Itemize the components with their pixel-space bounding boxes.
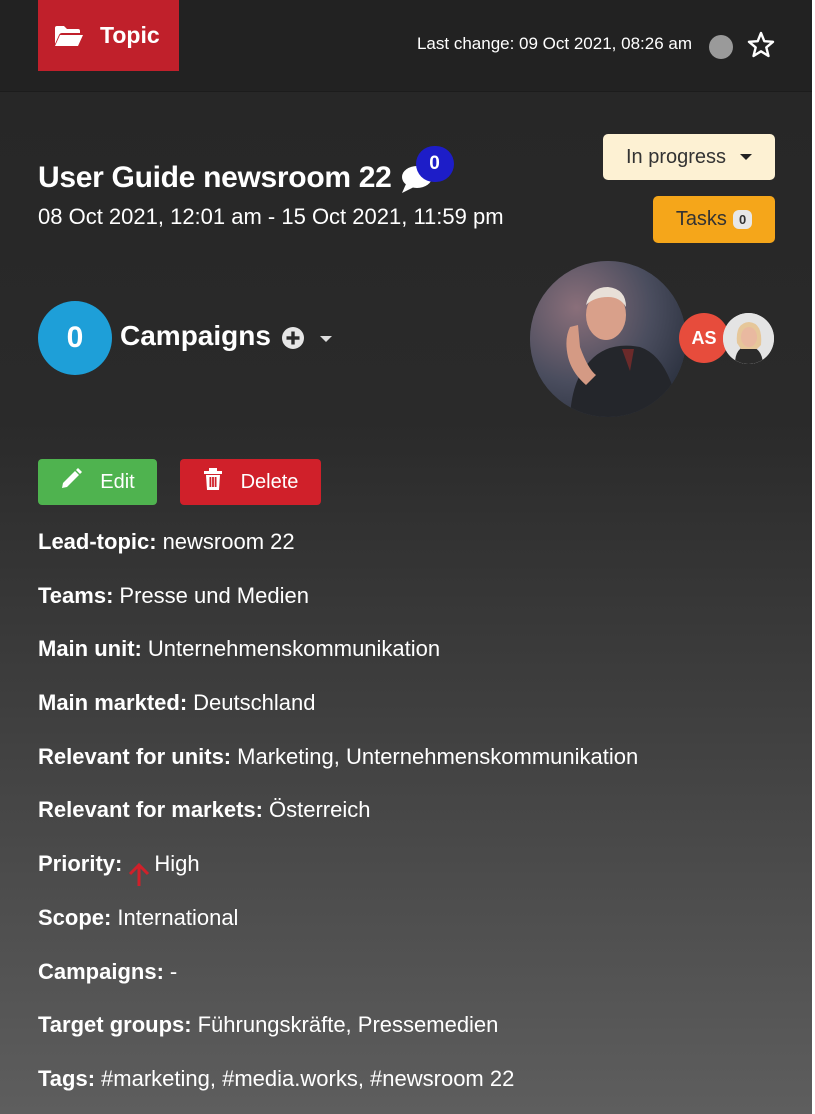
tasks-count-badge: 0 [732, 210, 753, 229]
detail-label: Lead-topic: [38, 529, 157, 554]
detail-label: Relevant for units: [38, 743, 232, 769]
detail-label: Relevant for markets: [38, 797, 263, 823]
detail-lead-topic: Lead-topic: newsroom 22 [38, 525, 798, 579]
topic-date-range: 08 Oct 2021, 12:01 am - 15 Oct 2021, 11:… [38, 204, 504, 229]
delete-button[interactable]: Delete [180, 459, 321, 505]
detail-relevant-units: Relevant for units: Marketing, Unternehm… [38, 740, 798, 794]
campaign-count-circle: 0 [38, 301, 112, 375]
detail-label: Campaigns: [38, 958, 164, 984]
topic-header-bar: Topic Last change: 09 Oct 2021, 08:26 am [0, 0, 812, 92]
status-dot-icon [709, 35, 733, 59]
detail-campaigns: Campaigns: - [38, 955, 798, 1009]
detail-main-market: Main markted: Deutschland [38, 686, 798, 740]
detail-label: Teams: [38, 582, 114, 608]
comment-count-badge: 0 [415, 146, 454, 182]
campaigns-chevron-down-icon[interactable] [320, 336, 332, 342]
arrow-up-icon [128, 862, 150, 887]
detail-value: International [117, 904, 239, 930]
detail-value: Presse und Medien [119, 582, 309, 608]
tasks-button[interactable]: Tasks 0 [653, 196, 775, 243]
detail-label: Main markted: [38, 690, 188, 716]
trash-icon [203, 468, 223, 496]
topic-title-row: User Guide newsroom 22 0 [38, 146, 454, 198]
avatar-user-2[interactable] [723, 313, 774, 364]
detail-priority: Priority: High [38, 847, 798, 901]
detail-target-groups: Target groups: Führungskräfte, Pressemed… [38, 1008, 798, 1062]
detail-label: Target groups: [38, 1012, 192, 1038]
detail-value: - [169, 958, 178, 984]
last-change-text: Last change: 09 Oct 2021, 08:26 am [416, 34, 692, 53]
detail-relevant-markets: Relevant for markets: Österreich [38, 793, 798, 847]
topic-type-tag: Topic [38, 0, 179, 71]
detail-value: Deutschland [193, 690, 316, 716]
detail-value: Marketing, Unternehmenskommunikation [237, 743, 639, 769]
detail-label: Main unit: [38, 636, 142, 662]
detail-value: High [154, 851, 200, 877]
delete-label: Delete [240, 470, 299, 493]
star-outline-icon[interactable] [747, 31, 775, 59]
detail-value: Führungskräfte, Pressemedien [197, 1012, 499, 1038]
avatar-initials[interactable]: AS [679, 313, 729, 363]
tasks-label: Tasks [675, 208, 727, 230]
detail-value: newsroom 22 [162, 529, 295, 554]
campaigns-heading: Campaigns [120, 320, 271, 351]
chevron-down-icon [740, 154, 753, 160]
detail-label: Scope: [38, 904, 112, 930]
detail-value: Österreich [268, 797, 371, 823]
edit-label: Edit [100, 470, 135, 493]
detail-label: Priority: [38, 851, 123, 877]
status-label: In progress [625, 145, 727, 168]
comments-button[interactable]: 0 [398, 146, 454, 198]
detail-teams: Teams: Presse und Medien [38, 579, 798, 633]
topic-type-label: Topic [100, 22, 160, 48]
detail-label: Tags: [38, 1065, 96, 1091]
detail-tags: Tags: #marketing, #media.works, #newsroo… [38, 1062, 798, 1114]
plus-circle-icon[interactable] [281, 326, 305, 350]
detail-value: #marketing, #media.works, #newsroom 22 [101, 1065, 515, 1091]
topic-title: User Guide newsroom 22 [38, 161, 392, 194]
status-dropdown[interactable]: In progress [603, 134, 775, 180]
avatar-main-user[interactable] [530, 261, 686, 417]
pencil-icon [60, 468, 83, 496]
topic-details-list: Lead-topic: newsroom 22 Teams: Presse un… [38, 525, 798, 1114]
detail-value: Unternehmenskommunikation [147, 636, 441, 662]
topic-card: Topic Last change: 09 Oct 2021, 08:26 am… [0, 0, 812, 1114]
detail-main-unit: Main unit: Unternehmenskommunikation [38, 632, 798, 686]
folder-open-icon [54, 24, 86, 48]
detail-scope: Scope: International [38, 901, 798, 955]
edit-button[interactable]: Edit [38, 459, 157, 505]
